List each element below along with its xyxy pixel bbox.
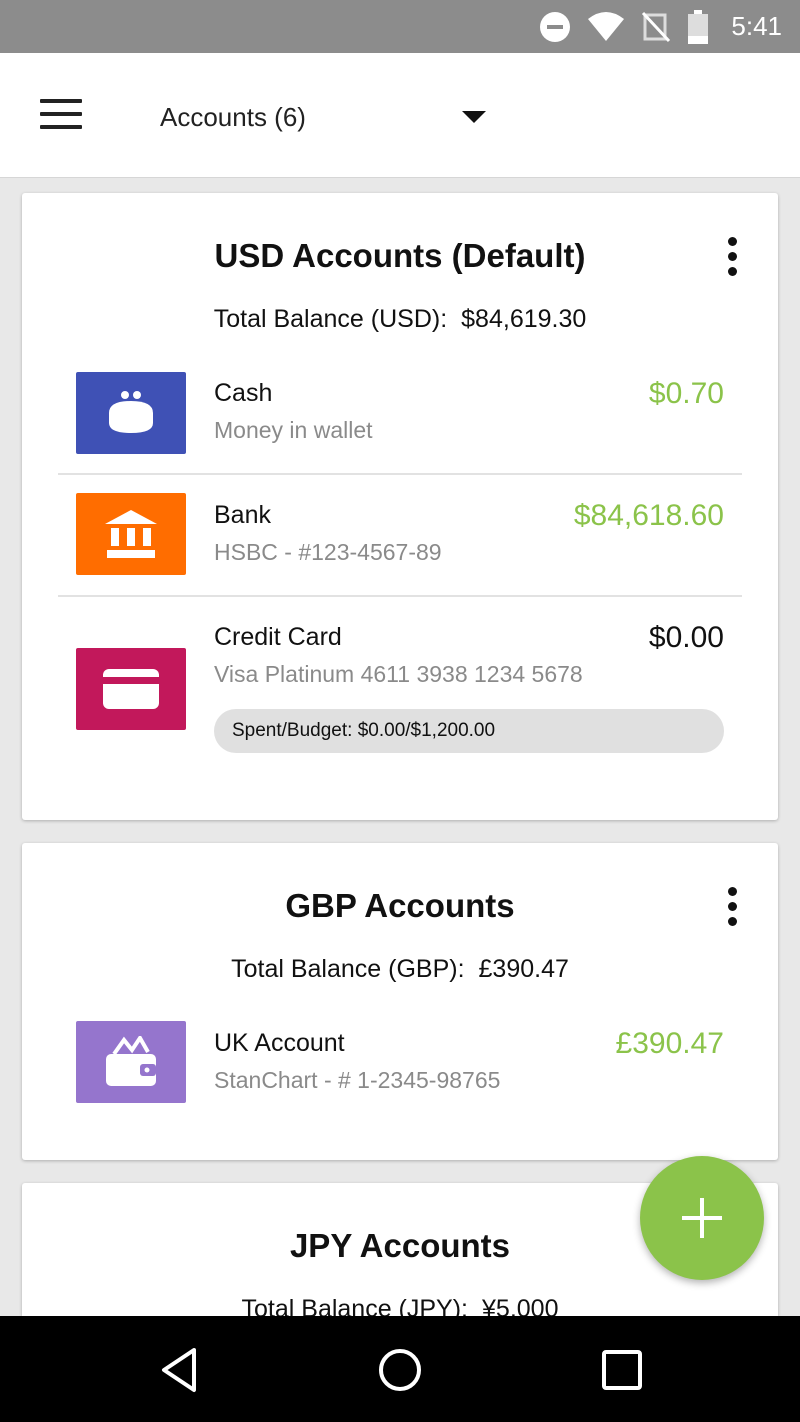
account-subtitle: Visa Platinum 4611 3938 1234 5678: [214, 661, 583, 687]
recents-icon[interactable]: [598, 1346, 646, 1394]
app-bar: Accounts (6): [0, 53, 800, 178]
back-icon[interactable]: [156, 1346, 204, 1394]
credit-card-icon: [76, 648, 186, 730]
account-name: Credit Card: [214, 623, 342, 651]
gbp-accounts-card: GBP Accounts Total Balance (GBP): £390.47…: [22, 843, 778, 1160]
account-amount: $0.70: [648, 377, 724, 410]
account-subtitle: StanChart - # 1-2345-98765: [214, 1067, 501, 1093]
group-title: USD Accounts (Default): [214, 237, 586, 274]
plus-icon: [682, 1198, 722, 1238]
wallet-icon: [76, 1021, 186, 1103]
account-subtitle: Money in wallet: [214, 417, 373, 443]
total-balance-label: Total Balance (USD):: [213, 305, 448, 333]
total-balance-value: ¥5,000: [482, 1295, 559, 1316]
total-balance-label: Total Balance (JPY):: [241, 1295, 469, 1316]
account-row-uk-account[interactable]: UK Account StanChart - # 1-2345-98765 £3…: [58, 1021, 742, 1121]
do-not-disturb-icon: [540, 11, 571, 42]
add-account-button[interactable]: [640, 1156, 764, 1280]
status-time: 5:41: [731, 11, 782, 41]
divider: [58, 595, 742, 597]
account-amount: £390.47: [615, 1027, 724, 1060]
dropdown-arrow-icon: [462, 111, 486, 123]
account-amount: $84,618.60: [573, 499, 724, 532]
battery-icon: [688, 9, 709, 44]
account-selector-dropdown[interactable]: Accounts (6): [160, 97, 490, 137]
usd-accounts-card: USD Accounts (Default) Total Balance (US…: [22, 193, 778, 820]
more-options-icon[interactable]: [722, 887, 742, 927]
total-balance: Total Balance (GBP): £390.47: [22, 955, 778, 984]
account-amount: $0.00: [648, 621, 724, 654]
account-name: Cash: [214, 379, 273, 407]
status-bar: 5:41: [0, 0, 800, 53]
total-balance-value: $84,619.30: [461, 305, 587, 333]
budget-progress-bar: Spent/Budget: $0.00/$1,200.00: [214, 709, 724, 753]
total-balance: Total Balance (JPY): ¥5,000: [22, 1295, 778, 1316]
account-name: UK Account: [214, 1029, 345, 1057]
app-title: Accounts (6): [160, 102, 306, 132]
account-row-cash[interactable]: Cash Money in wallet $0.70: [58, 371, 742, 471]
account-row-credit-card[interactable]: Credit Card Visa Platinum 4611 3938 1234…: [58, 615, 742, 785]
total-balance-label: Total Balance (GBP):: [231, 955, 465, 983]
no-signal-icon: [642, 11, 671, 42]
divider: [58, 473, 742, 475]
total-balance-value: £390.47: [478, 955, 569, 983]
bank-icon: [76, 493, 186, 575]
account-row-bank[interactable]: Bank HSBC - #123-4567-89 $84,618.60: [58, 493, 742, 593]
group-title: GBP Accounts: [285, 887, 515, 924]
navigation-bar: [0, 1316, 800, 1422]
account-name: Bank: [214, 501, 271, 529]
more-options-icon[interactable]: [722, 237, 742, 277]
coin-purse-icon: [76, 372, 186, 454]
total-balance: Total Balance (USD): $84,619.30: [22, 305, 778, 334]
home-icon[interactable]: [376, 1346, 424, 1394]
account-subtitle: HSBC - #123-4567-89: [214, 539, 442, 565]
menu-icon[interactable]: [40, 99, 84, 131]
wifi-icon: [588, 11, 625, 41]
